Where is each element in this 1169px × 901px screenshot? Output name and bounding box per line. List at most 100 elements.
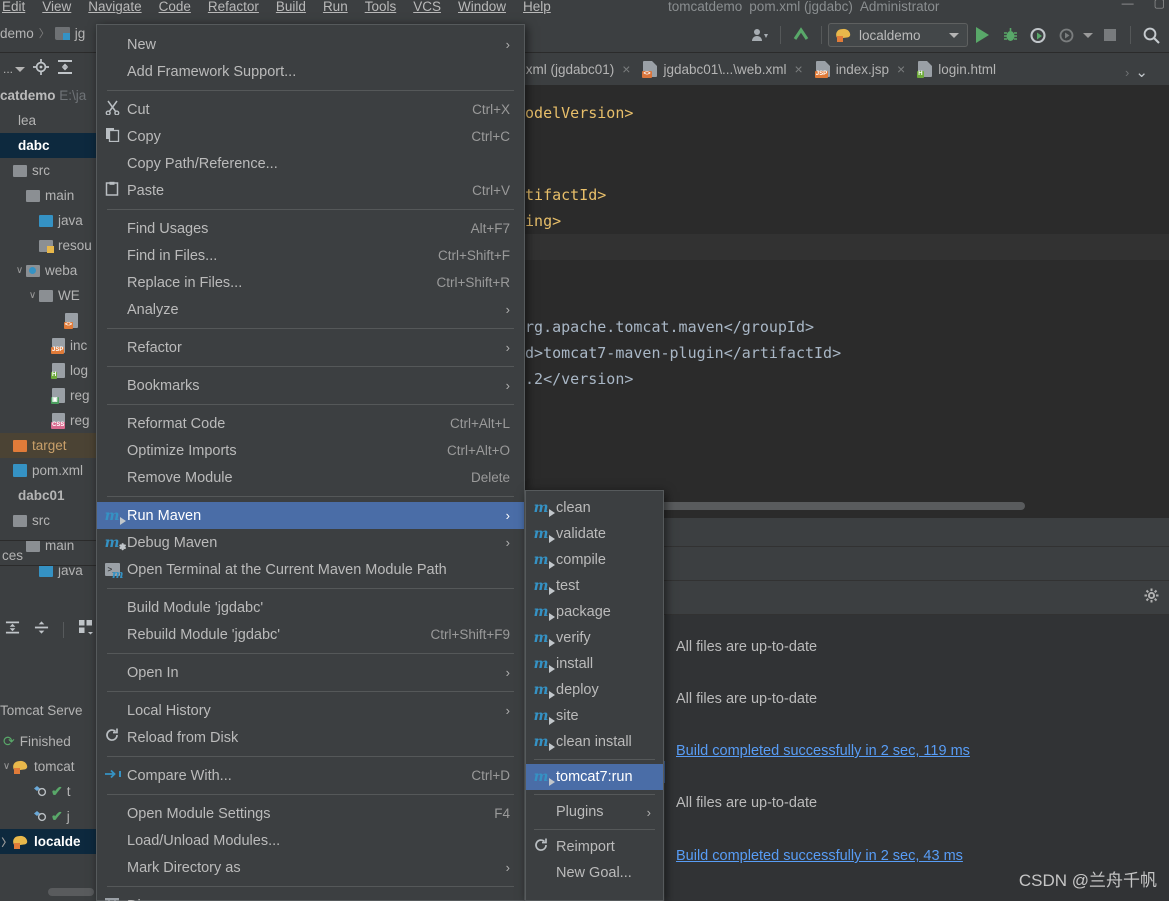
project-tree-row[interactable]: ∨WE bbox=[0, 283, 96, 308]
menu-item[interactable]: m✽Debug Maven› bbox=[97, 529, 524, 556]
project-tree-row[interactable]: src bbox=[0, 158, 96, 183]
menu-item[interactable]: Reformat CodeCtrl+Alt+L bbox=[97, 410, 524, 437]
profile-dropdown-icon[interactable] bbox=[1080, 22, 1096, 48]
window-controls[interactable]: — ▢ bbox=[1122, 0, 1165, 10]
project-tree-row[interactable]: <> bbox=[0, 308, 96, 333]
menu-item[interactable]: >_mOpen Terminal at the Current Maven Mo… bbox=[97, 556, 524, 583]
menu-item[interactable]: Bookmarks› bbox=[97, 372, 524, 399]
update-project-icon[interactable] bbox=[787, 22, 815, 48]
services-tree-row[interactable]: ∨tomcat bbox=[0, 754, 96, 779]
project-tree-row[interactable]: ▣reg bbox=[0, 383, 96, 408]
close-icon[interactable]: × bbox=[795, 61, 803, 77]
services-tree-row[interactable]: 〉localde bbox=[0, 829, 96, 854]
collapse-all-icon[interactable] bbox=[57, 59, 73, 80]
editor-tab-strip[interactable]: .xml (jgdabc01)×<>jgdabc01\...\web.xml×J… bbox=[516, 53, 1169, 86]
tab-overflow-controls[interactable]: › ⌄ bbox=[1125, 60, 1169, 84]
menu-item[interactable]: Remove ModuleDelete bbox=[97, 464, 524, 491]
project-panel-horizontal-scrollbar[interactable] bbox=[48, 888, 94, 896]
project-tree-row[interactable]: src bbox=[0, 508, 96, 533]
menu-item[interactable]: Add Framework Support... bbox=[97, 58, 524, 85]
menu-item[interactable]: Local History› bbox=[97, 697, 524, 724]
profile-icon[interactable] bbox=[1052, 22, 1080, 48]
stop-icon[interactable] bbox=[1096, 22, 1124, 48]
menu-item[interactable]: Diagrams› bbox=[97, 892, 524, 901]
menu-item[interactable]: Load/Unload Modules... bbox=[97, 827, 524, 854]
submenu-item[interactable]: mclean bbox=[526, 495, 663, 521]
menu-vcs[interactable]: VCS bbox=[413, 0, 441, 14]
project-tree-row[interactable]: pom.xml bbox=[0, 458, 96, 483]
menu-build[interactable]: Build bbox=[276, 0, 306, 14]
project-tree-row[interactable]: resou bbox=[0, 233, 96, 258]
editor-tab[interactable]: Hlogin.html bbox=[912, 53, 1003, 86]
main-toolbar[interactable]: localdemo bbox=[746, 21, 1165, 49]
menu-help[interactable]: Help bbox=[523, 0, 551, 14]
run-with-coverage-icon[interactable] bbox=[1024, 22, 1052, 48]
menu-item[interactable]: Copy Path/Reference... bbox=[97, 150, 524, 177]
menu-navigate[interactable]: Navigate bbox=[88, 0, 141, 14]
group-by-icon[interactable] bbox=[78, 619, 94, 640]
submenu-item[interactable]: Reimport bbox=[526, 834, 663, 860]
submenu-item[interactable]: mclean install bbox=[526, 729, 663, 755]
project-tree-row[interactable]: dabc01 bbox=[0, 483, 96, 508]
project-tree-row[interactable]: dabc bbox=[0, 133, 96, 158]
menu-item[interactable]: Compare With...Ctrl+D bbox=[97, 762, 524, 789]
menu-item[interactable]: CutCtrl+X bbox=[97, 96, 524, 123]
menu-edit[interactable]: Edit bbox=[2, 0, 25, 14]
menu-refactor[interactable]: Refactor bbox=[208, 0, 259, 14]
submenu-item[interactable]: mcompile bbox=[526, 547, 663, 573]
debug-icon[interactable] bbox=[996, 22, 1024, 48]
minimize-button[interactable]: — bbox=[1122, 0, 1134, 10]
submenu-item[interactable]: msite bbox=[526, 703, 663, 729]
collapse-dropdown-icon[interactable]: ... bbox=[3, 62, 25, 76]
expand-all-icon[interactable] bbox=[5, 620, 20, 640]
submenu-item[interactable]: New Goal... bbox=[526, 860, 663, 886]
editor-tab[interactable]: JSPindex.jsp× bbox=[810, 53, 912, 86]
run-maven-submenu[interactable]: mcleanmvalidatemcompilemtestmpackagemver… bbox=[525, 490, 664, 901]
menu-item[interactable]: Replace in Files...Ctrl+Shift+R bbox=[97, 269, 524, 296]
settings-gear-icon[interactable] bbox=[1144, 588, 1159, 608]
project-panel-toolbar[interactable]: ... bbox=[0, 53, 96, 85]
tree-expand-arrow-icon[interactable]: ∨ bbox=[13, 265, 26, 276]
services-tree-row[interactable]: ✔t bbox=[0, 779, 96, 804]
menu-item[interactable]: CopyCtrl+C bbox=[97, 123, 524, 150]
submenu-item[interactable]: mtest bbox=[526, 573, 663, 599]
project-tree-row[interactable]: ∨weba bbox=[0, 258, 96, 283]
menu-item[interactable]: Open In› bbox=[97, 659, 524, 686]
menu-item[interactable]: Mark Directory as› bbox=[97, 854, 524, 881]
build-result-link[interactable]: Build completed successfully in 2 sec, 1… bbox=[676, 743, 970, 759]
tab-next-icon[interactable]: › bbox=[1125, 65, 1129, 80]
editor-tab[interactable]: .xml (jgdabc01)× bbox=[516, 53, 637, 86]
breadcrumb[interactable]: demo 〉 jg bbox=[0, 25, 85, 41]
submenu-item[interactable]: mverify bbox=[526, 625, 663, 651]
submenu-item[interactable]: Plugins› bbox=[526, 799, 663, 825]
module-context-menu[interactable]: New›Add Framework Support...CutCtrl+XCop… bbox=[96, 24, 525, 901]
build-result-link[interactable]: Build completed successfully in 2 sec, 4… bbox=[676, 848, 963, 864]
close-icon[interactable]: × bbox=[622, 61, 630, 77]
run-icon[interactable] bbox=[968, 22, 996, 48]
project-tool-window[interactable]: ... catdemo E:\ja leadabcsrcmainjavar bbox=[0, 53, 96, 901]
menu-item[interactable]: Refactor› bbox=[97, 334, 524, 361]
project-root-row[interactable]: catdemo E:\ja bbox=[0, 88, 86, 103]
menu-item[interactable]: Reload from Disk bbox=[97, 724, 524, 751]
project-tree-row[interactable]: java bbox=[0, 208, 96, 233]
search-icon[interactable] bbox=[1137, 22, 1165, 48]
menu-item[interactable]: Analyze› bbox=[97, 296, 524, 323]
code-editor[interactable]: m⟳ × modelVersion>rtifactId>ging>org.apa… bbox=[516, 86, 1169, 518]
project-tree[interactable]: leadabcsrcmainjavaresou∨weba∨WE<>JSPincH… bbox=[0, 108, 96, 583]
menu-item[interactable]: Open Module SettingsF4 bbox=[97, 800, 524, 827]
project-tree-row[interactable]: main bbox=[0, 183, 96, 208]
tree-expand-arrow-icon[interactable]: 〉 bbox=[0, 834, 13, 849]
chevron-down-icon[interactable]: ⌄ bbox=[1135, 63, 1148, 81]
breadcrumb-project[interactable]: demo bbox=[0, 26, 34, 41]
breadcrumb-module[interactable]: jg bbox=[75, 26, 86, 41]
project-tree-row[interactable]: JSPinc bbox=[0, 333, 96, 358]
services-tree-row[interactable]: ✔j bbox=[0, 804, 96, 829]
menu-tools[interactable]: Tools bbox=[365, 0, 397, 14]
collapse-all-icon-2[interactable] bbox=[34, 620, 49, 640]
locate-target-icon[interactable] bbox=[33, 59, 49, 80]
editor-tab[interactable]: <>jgdabc01\...\web.xml× bbox=[637, 53, 809, 86]
submenu-item[interactable]: mvalidate bbox=[526, 521, 663, 547]
menu-item[interactable]: Find UsagesAlt+F7 bbox=[97, 215, 524, 242]
menu-item[interactable]: Build Module 'jgdabc' bbox=[97, 594, 524, 621]
menu-item[interactable]: mRun Maven› bbox=[97, 502, 524, 529]
